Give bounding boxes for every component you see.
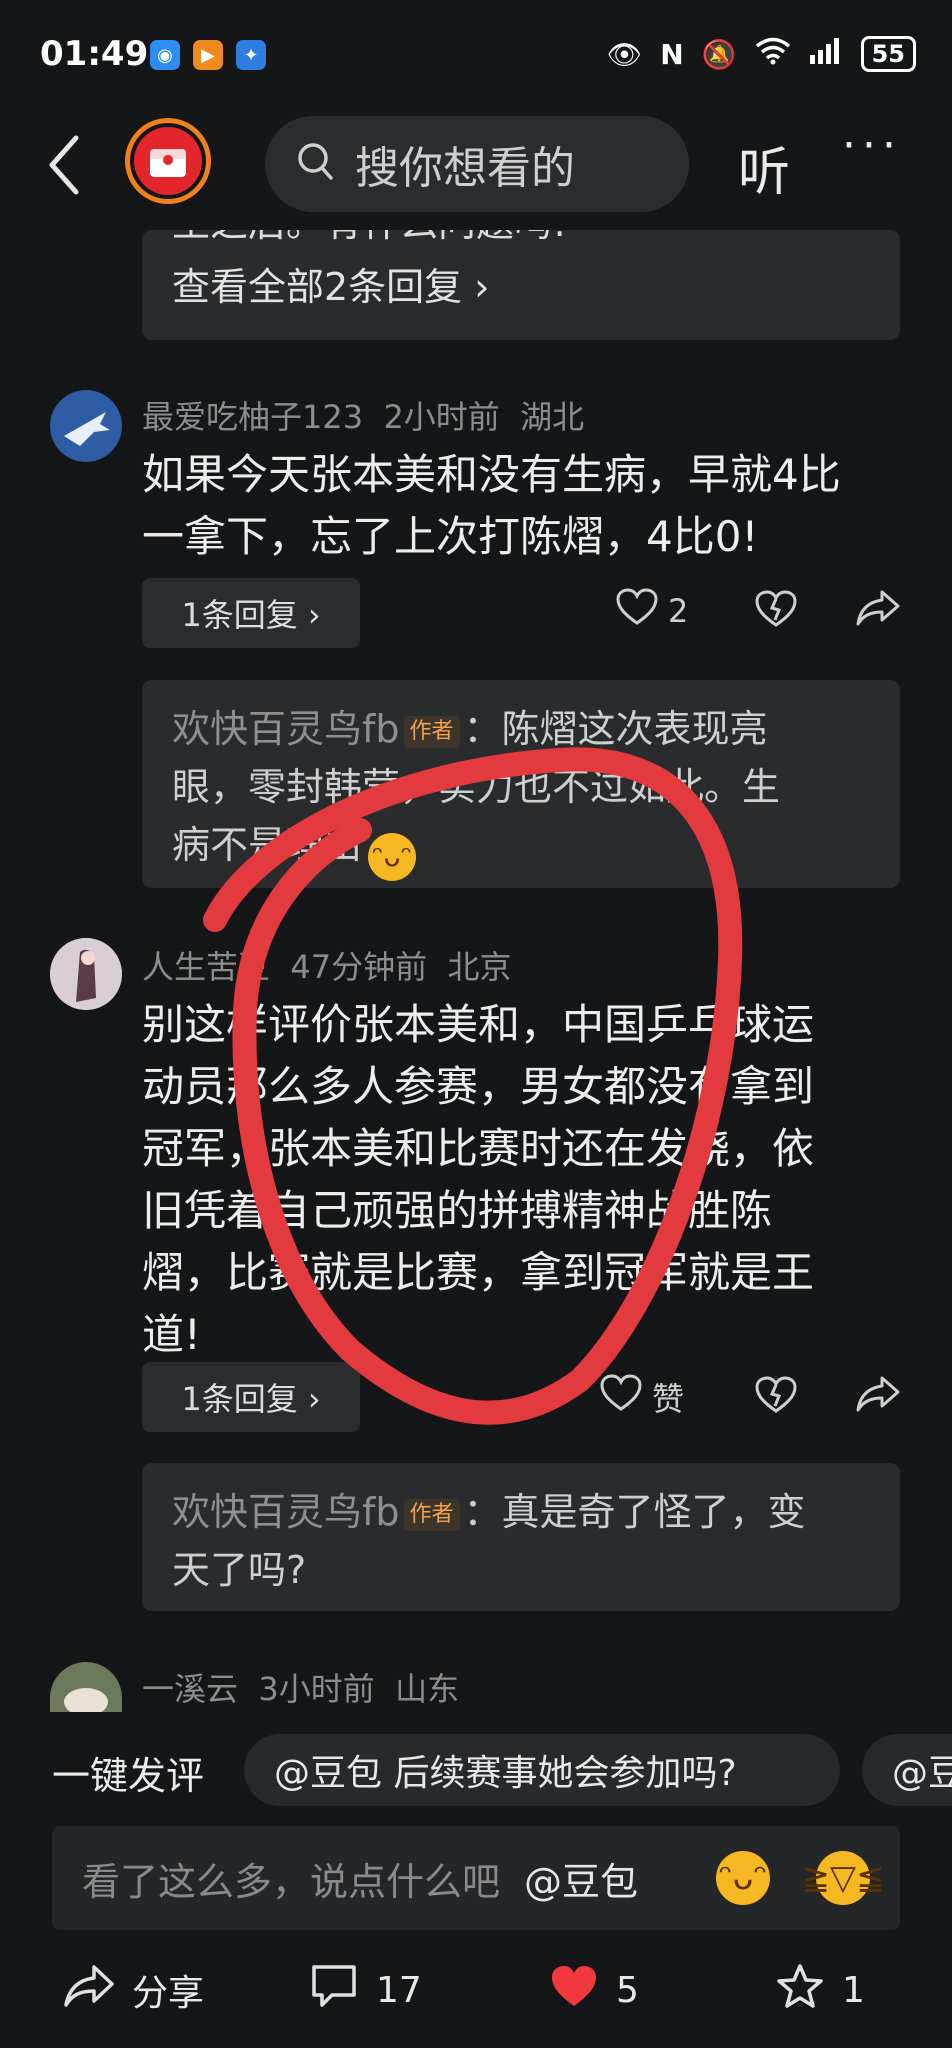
reply-line: 天了吗? — [172, 1548, 307, 1592]
quick-comment-label: 一键发评 — [52, 1754, 205, 1798]
author-tag: 作者 — [403, 715, 460, 748]
grin-emoji-icon[interactable]: ᵔᴗᵔ — [716, 1851, 770, 1905]
dislike-icon[interactable] — [755, 1376, 797, 1418]
comment-line: 熠，比赛就是比赛，拿到冠军就是王 — [142, 1248, 815, 1297]
comment-line: 旧凭着自己顽强的拼搏精神战胜陈 — [142, 1186, 773, 1235]
gift-icon — [134, 127, 202, 195]
dislike-icon[interactable] — [755, 590, 797, 632]
comments-button[interactable]: 17 — [310, 1960, 422, 2020]
bulb-app-icon: ✦ — [236, 40, 266, 70]
reply-box[interactable]: 欢快百灵鸟fb 作者 ：陈熠这次表现亮 眼，零封韩莹，实力也不过如此。生 病不是理由… — [142, 680, 900, 888]
comment-line: 动员那么多人参赛，男女都没有拿到 — [142, 1062, 815, 1111]
comment-line: 别这样评价张本美和，中国乒乓球运 — [142, 1000, 815, 1049]
signal-icon — [809, 37, 843, 72]
comment-meta: 最爱吃柚子123 2小时前 湖北 — [142, 392, 584, 438]
comment-meta: 人生苦豆 47分钟前 北京 — [142, 942, 511, 988]
comment-line: 冠军，张本美和比赛时还在发烧，依 — [142, 1124, 815, 1173]
reply-author-name[interactable]: 欢快百灵鸟fb — [172, 707, 400, 751]
comment-input[interactable]: 看了这么多，说点什么吧 @豆包 ᵔᴗᵔ ≧▽≦ — [52, 1826, 900, 1930]
reply-box-previous: 王之后。有什么问题吗! 查看全部2条回复 › — [142, 230, 900, 340]
like-button[interactable]: 赞 — [600, 1374, 684, 1420]
reply-line: 病不是理由 — [172, 823, 363, 867]
comment-line: 道! — [142, 1310, 201, 1359]
replies-button[interactable]: 1条回复 › — [142, 578, 360, 648]
favorite-button[interactable]: 1 — [776, 1960, 865, 2020]
likes-count: 5 — [616, 1969, 639, 2011]
favorites-count: 1 — [842, 1969, 865, 2011]
like-post-button[interactable]: 5 — [550, 1960, 639, 2020]
quick-comment-chip[interactable]: @豆包 后续赛事她会参加吗? — [244, 1734, 840, 1806]
comment-time: 2小时前 — [383, 398, 500, 436]
back-icon[interactable] — [40, 130, 90, 200]
search-placeholder: 搜你想看的 — [355, 143, 575, 194]
comment-location: 山东 — [395, 1670, 460, 1708]
comment-location: 湖北 — [520, 398, 585, 436]
quick-comment-chip[interactable]: @豆 — [862, 1734, 952, 1806]
comment-username[interactable]: 最爱吃柚子123 — [142, 398, 363, 436]
comment-username[interactable]: 人生苦豆 — [142, 948, 270, 986]
mute-icon: 🔕 — [701, 37, 737, 71]
replies-button[interactable]: 1条回复 › — [142, 1362, 360, 1432]
more-button[interactable]: ··· — [842, 120, 902, 171]
reply-author-name[interactable]: 欢快百灵鸟fb — [172, 1490, 400, 1534]
wifi-icon — [755, 37, 791, 72]
comment-time: 47分钟前 — [290, 948, 428, 986]
avatar[interactable] — [50, 390, 122, 462]
reply-line: ：真是奇了怪了，变 — [463, 1490, 806, 1534]
comment-text: 别这样评价张本美和，中国乒乓球运 动员那么多人参赛，男女都没有拿到 冠军，张本美… — [142, 994, 814, 1366]
battery-icon: 55 — [860, 36, 916, 72]
status-time: 01:49 — [40, 34, 149, 74]
like-button[interactable]: 2 — [616, 588, 688, 634]
comment-time: 3小时前 — [258, 1670, 375, 1708]
reply-cut-text: 王之后。有什么问题吗! — [172, 230, 567, 252]
comment-line: 一拿下，忘了上次打陈熠，4比0! — [142, 512, 759, 561]
like-label: 赞 — [652, 1380, 685, 1418]
comment-line: 如果今天张本美和没有生病，早就4比 — [142, 450, 841, 499]
reply-content: 欢快百灵鸟fb 作者 ：真是奇了怪了，变 天了吗? — [172, 1483, 872, 1599]
reply-line: ：陈熠这次表现亮 — [463, 707, 768, 751]
grin-emoji-icon: ᵔᴗᵔ — [368, 833, 417, 881]
reply-content: 欢快百灵鸟fb 作者 ：陈熠这次表现亮 眼，零封韩莹，实力也不过如此。生 病不是理由… — [172, 700, 872, 881]
share-label: 分享 — [132, 1973, 205, 2014]
heart-filled-icon — [550, 1964, 598, 2017]
reply-box[interactable]: 欢快百灵鸟fb 作者 ：真是奇了怪了，变 天了吗? — [142, 1463, 900, 1611]
author-tag: 作者 — [403, 1498, 460, 1531]
comment-location: 北京 — [447, 948, 512, 986]
search-icon — [297, 142, 335, 186]
comments-count: 17 — [376, 1969, 422, 2011]
mention-doubao-button[interactable]: @豆包 — [524, 1851, 638, 1906]
comment-username[interactable]: 一溪云 — [142, 1670, 238, 1708]
video-app-icon: ▶ — [193, 40, 223, 70]
comment-icon — [310, 1963, 358, 2018]
listen-button[interactable]: 听 — [738, 130, 790, 205]
comment-text: 如果今天张本美和没有生病，早就4比 一拿下，忘了上次打陈熠，4比0! — [142, 444, 841, 568]
share-comment-icon[interactable] — [856, 1374, 900, 1418]
comment-input-placeholder: 看了这么多，说点什么吧 — [82, 1859, 501, 1904]
search-bar[interactable]: 搜你想看的 — [265, 116, 689, 212]
share-icon — [64, 1963, 114, 2018]
star-icon — [776, 1963, 824, 2018]
laugh-emoji-icon[interactable]: ≧▽≦ — [801, 1851, 885, 1905]
eye-icon: 👁 — [606, 37, 643, 71]
heart-icon — [600, 1374, 642, 1420]
app-notification-icon: ◉ — [150, 40, 180, 70]
share-comment-icon[interactable] — [856, 588, 900, 632]
reply-line: 眼，零封韩莹，实力也不过如此。生 — [172, 765, 781, 809]
like-count: 2 — [668, 592, 689, 630]
share-button[interactable]: 分享 — [64, 1960, 204, 2020]
status-bar: 01:49 ◉ ▶ ✦ 👁 N 🔕 55 — [0, 0, 952, 110]
view-all-replies-link[interactable]: 查看全部2条回复 › — [172, 258, 489, 316]
nfc-icon: N — [660, 37, 684, 71]
avatar[interactable] — [50, 1662, 122, 1712]
app-logo[interactable] — [125, 118, 211, 204]
heart-icon — [616, 588, 658, 634]
comment-meta: 一溪云 3小时前 山东 — [142, 1664, 459, 1710]
status-icons: 👁 N 🔕 55 — [607, 34, 916, 74]
avatar[interactable] — [50, 938, 122, 1010]
